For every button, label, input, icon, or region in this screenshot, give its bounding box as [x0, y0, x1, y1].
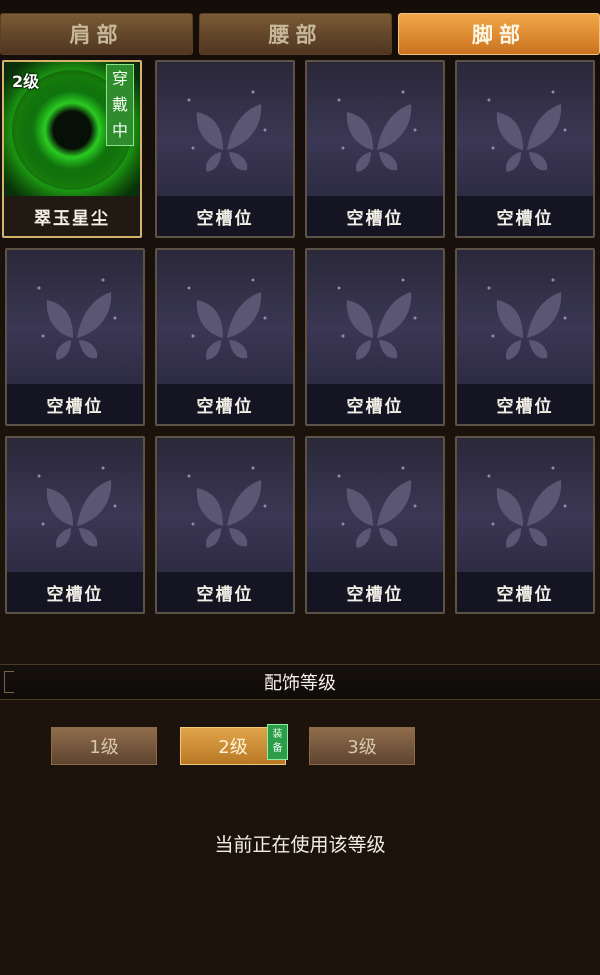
slot-card[interactable]: 2级 穿 戴 中 翠玉星尘 — [2, 60, 142, 238]
equipped-badge-char: 备 — [272, 743, 283, 754]
slot-card[interactable]: 空槽位 — [155, 60, 295, 238]
accessory-slot-grid: 2级 穿 戴 中 翠玉星尘 空槽位 空槽位 空槽位 空槽位 空槽位 空槽位 空槽… — [0, 60, 600, 620]
butterfly-icon — [337, 278, 417, 360]
slot-label: 空槽位 — [7, 384, 143, 424]
slot-art — [7, 250, 143, 386]
level-3-button[interactable]: 3级 — [309, 727, 415, 765]
slot-label: 空槽位 — [157, 384, 293, 424]
butterfly-icon — [187, 90, 267, 172]
slot-card[interactable]: 空槽位 — [5, 248, 145, 426]
slot-art — [457, 438, 593, 574]
butterfly-icon — [337, 466, 417, 548]
slot-card[interactable]: 空槽位 — [455, 60, 595, 238]
butterfly-icon — [187, 466, 267, 548]
butterfly-icon — [487, 90, 567, 172]
equipped-tag-char: 戴 — [111, 95, 128, 114]
slot-card[interactable]: 空槽位 — [155, 436, 295, 614]
slot-label: 空槽位 — [457, 384, 593, 424]
slot-art — [157, 250, 293, 386]
butterfly-icon — [187, 278, 267, 360]
slot-label: 空槽位 — [457, 196, 593, 236]
butterfly-icon — [337, 90, 417, 172]
level-1-button[interactable]: 1级 — [51, 727, 157, 765]
slot-art — [307, 62, 443, 198]
tab-bar: 肩部 腰部 脚部 — [0, 13, 600, 57]
slot-art — [307, 438, 443, 574]
section-title: 配饰等级 — [264, 673, 336, 694]
slot-art — [307, 250, 443, 386]
slot-card[interactable]: 空槽位 — [455, 436, 595, 614]
butterfly-icon — [487, 278, 567, 360]
level-status-text: 当前正在使用该等级 — [214, 833, 386, 856]
equipped-badge: 装 备 — [267, 724, 288, 760]
slot-art — [157, 62, 293, 198]
accessory-panel: 肩部 腰部 脚部 2级 穿 戴 中 翠玉星尘 空槽位 空槽位 空槽位 空槽位 空… — [0, 0, 600, 975]
equipped-tag-char: 中 — [111, 121, 128, 140]
slot-label: 空槽位 — [457, 572, 593, 612]
slot-label: 空槽位 — [307, 196, 443, 236]
level-badge: 2级 — [12, 72, 40, 91]
slot-art — [457, 250, 593, 386]
slot-art — [157, 438, 293, 574]
slot-art — [457, 62, 593, 198]
tab-waist[interactable]: 腰部 — [199, 13, 392, 55]
equipped-tag-char: 穿 — [111, 69, 128, 88]
slot-art — [7, 438, 143, 574]
slot-label: 翠玉星尘 — [4, 196, 140, 236]
equipped-badge-char: 装 — [272, 729, 283, 740]
tab-feet[interactable]: 脚部 — [398, 13, 600, 55]
slot-card[interactable]: 空槽位 — [305, 60, 445, 238]
slot-card[interactable]: 空槽位 — [5, 436, 145, 614]
butterfly-icon — [37, 278, 117, 360]
slot-label: 空槽位 — [307, 384, 443, 424]
slot-label: 空槽位 — [157, 572, 293, 612]
slot-card[interactable]: 空槽位 — [155, 248, 295, 426]
slot-card[interactable]: 空槽位 — [305, 248, 445, 426]
butterfly-icon — [487, 466, 567, 548]
slot-label: 空槽位 — [307, 572, 443, 612]
slot-card[interactable]: 空槽位 — [305, 436, 445, 614]
slot-card[interactable]: 空槽位 — [455, 248, 595, 426]
slot-label: 空槽位 — [7, 572, 143, 612]
butterfly-icon — [37, 466, 117, 548]
slot-label: 空槽位 — [157, 196, 293, 236]
accessory-level-header: 配饰等级 — [0, 664, 600, 700]
tab-shoulder[interactable]: 肩部 — [0, 13, 193, 55]
equipped-tag: 穿 戴 中 — [106, 64, 134, 146]
